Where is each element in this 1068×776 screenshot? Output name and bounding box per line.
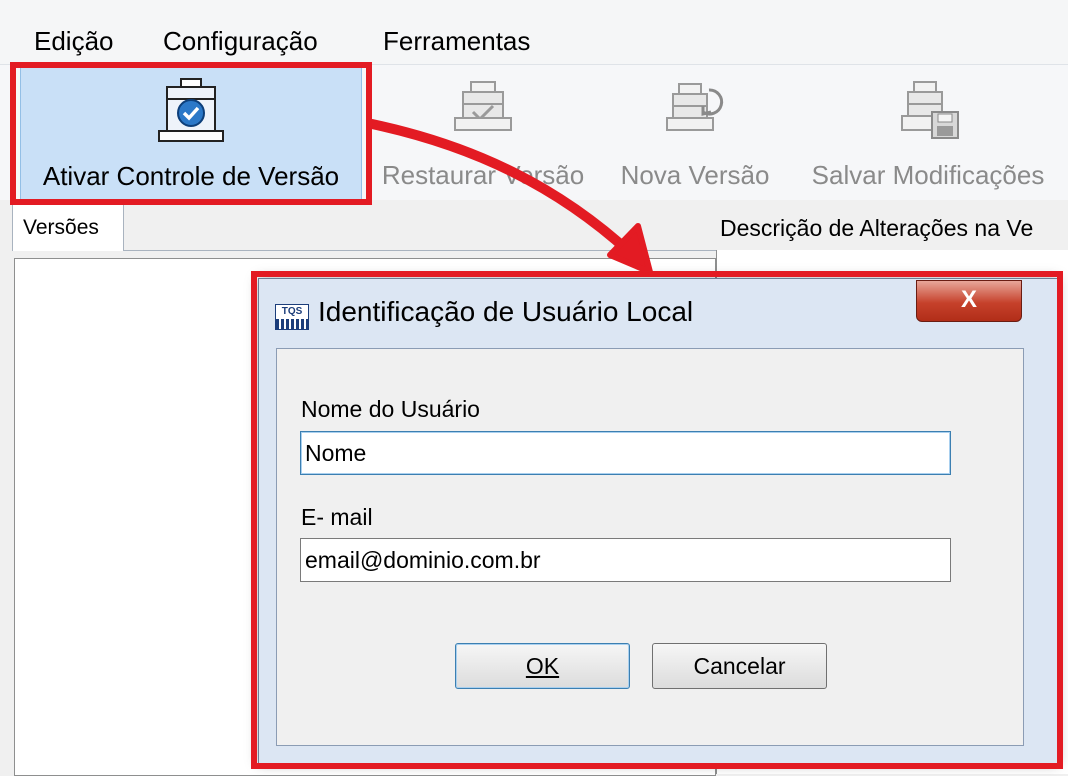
annotation-arrow-icon <box>367 119 653 275</box>
